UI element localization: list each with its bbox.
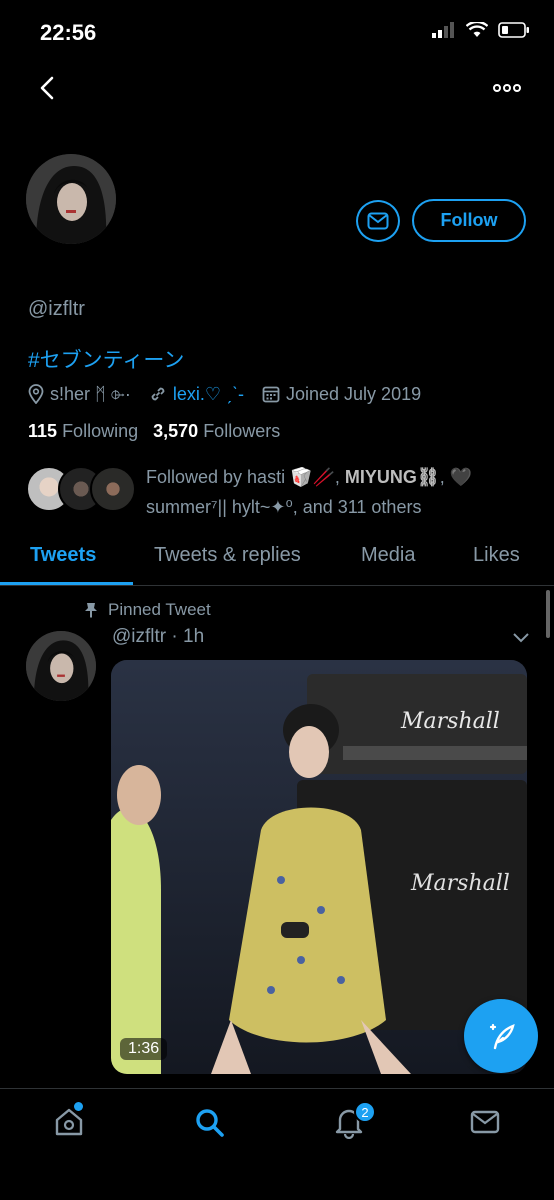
profile-topbar [0,64,554,114]
svg-text:Marshall: Marshall [410,871,510,896]
followed-by-mid: , 🖤 [439,467,473,487]
status-icons [432,22,530,38]
followed-by-bold-name: MIYUNG⛓ [344,467,440,487]
battery-icon [498,22,529,38]
svg-text:Marshall: Marshall [400,709,500,734]
search-icon[interactable] [192,1105,226,1139]
followed-by-avatars[interactable] [26,466,138,514]
video-duration: 1:36 [120,1038,168,1060]
more-options-icon[interactable] [492,78,522,98]
followers-count: 3,570 [153,421,199,441]
tweet-avatar-photo [26,631,96,701]
follow-button[interactable]: Follow [412,199,526,242]
tab-likes[interactable]: Likes [473,544,520,567]
following-count: 115 [28,421,58,441]
profile-location: s!her ᛗ ⌱· [28,384,131,405]
joined-text: Joined July 2019 [286,383,422,404]
back-arrow-icon[interactable] [34,74,62,102]
followed-by-rest: summer⁷|| hylt~✦⁰, and 311 others [146,497,422,517]
message-button[interactable] [356,200,400,242]
tab-media[interactable]: Media [361,544,415,567]
bottom-navigation [0,1088,554,1200]
tweet-handle-time[interactable]: @izfltr · 1h [112,626,204,648]
chevron-down-icon[interactable] [512,632,530,644]
active-tab-indicator [0,582,133,585]
mail-icon [367,212,389,230]
website-link[interactable]: lexi.♡ ˏˋ- [173,384,244,405]
location-pin-icon [28,384,44,404]
video-thumbnail: Marshall Marshall [111,660,527,1074]
status-bar: 22:56 [0,0,554,64]
signal-icon [432,22,454,38]
followers-stat[interactable]: 3,570 Followers [153,421,280,441]
following-stat[interactable]: 115 Following [28,421,138,441]
tweet-video[interactable]: Marshall Marshall [111,660,527,1074]
tab-tweets-replies[interactable]: Tweets & replies [154,544,301,567]
profile-avatar[interactable] [26,154,116,244]
profile-handle: @izfltr [28,298,85,320]
followers-label: Followers [203,421,281,441]
pin-icon [85,603,97,618]
pinned-tweet-label: Pinned Tweet [84,600,211,620]
mail-icon[interactable] [468,1105,502,1139]
compose-tweet-button[interactable] [464,999,538,1073]
follower-avatar [90,466,136,512]
status-time: 22:56 [40,20,97,45]
scrollbar[interactable] [546,590,550,638]
pinned-tweet-text: Pinned Tweet [108,600,211,619]
wifi-icon [466,22,488,37]
followed-by-prefix: Followed by hasti 🥡🥢, [146,467,345,487]
profile-stats: 115 Following 3,570 Followers [28,421,280,442]
followed-by-text[interactable]: Followed by hasti 🥡🥢, MIYUNG⛓, 🖤 summer⁷… [146,462,536,522]
profile-joined: Joined July 2019 [262,384,421,405]
tweet-avatar[interactable] [26,631,96,701]
tab-tweets[interactable]: Tweets [30,544,96,567]
link-icon [151,387,165,401]
profile-meta-row: s!her ᛗ ⌱· lexi.♡ ˏˋ- Joined July 2019 [28,381,439,407]
profile-tabs: Tweets Tweets & replies Media Likes [0,534,554,586]
home-new-content-dot [74,1102,83,1111]
compose-feather-icon [489,1023,515,1050]
notifications-badge: 2 [354,1101,376,1123]
location-text: s!her ᛗ ⌱· [50,383,131,404]
calendar-icon [262,386,280,403]
following-label: Following [62,421,139,441]
avatar-photo [26,154,116,244]
profile-bio-hashtag[interactable]: #セブンティーン [28,344,184,374]
profile-website[interactable]: lexi.♡ ˏˋ- [149,384,244,405]
